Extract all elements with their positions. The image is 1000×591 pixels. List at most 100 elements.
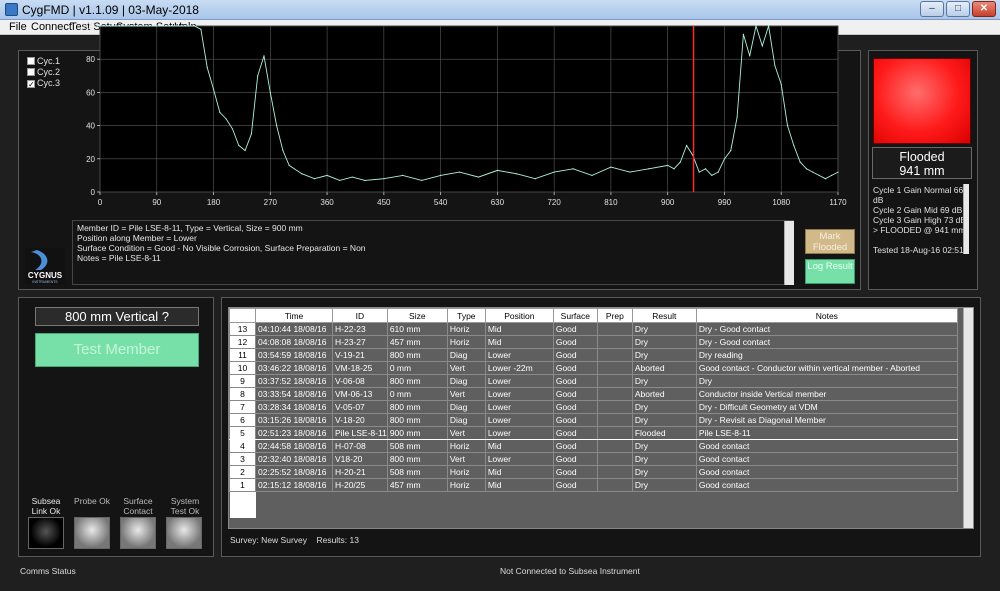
member-info-line: Surface Condition = Good - No Visible Co…: [77, 243, 366, 253]
close-button[interactable]: ✕: [972, 1, 996, 17]
cell-surface: Good: [552, 387, 598, 401]
cell-size: 457 mm: [386, 478, 448, 492]
table-row[interactable]: 6 03:15:26 18/08/16 V-18-20 800 mm Diag Lower…: [229, 413, 958, 427]
cell-prep: [596, 478, 633, 492]
table-row[interactable]: 2 02:25:52 18/08/16 H-20-21 508 mm Horiz Mid G…: [229, 465, 958, 479]
cell-size: 800 mm: [386, 374, 448, 388]
cell-time: 02:25:52 18/08/16: [255, 465, 333, 479]
gain-line: Cycle 3 Gain High 73 dB: [873, 215, 967, 225]
cell-prep: [596, 361, 633, 375]
info-scrollbar[interactable]: [784, 221, 794, 285]
col-header-result[interactable]: Result: [631, 308, 697, 323]
menu-connect[interactable]: Connect: [31, 21, 72, 33]
test-member-button[interactable]: Test Member: [35, 333, 199, 367]
cell-surface: Good: [552, 348, 598, 362]
col-header-time[interactable]: Time: [255, 308, 333, 323]
cell-size: 0 mm: [386, 387, 448, 401]
gain-scrollbar[interactable]: [963, 184, 969, 254]
table-row[interactable]: 9 03:37:52 18/08/16 V-06-08 800 mm Diag Lower…: [229, 374, 958, 388]
signal-point: [206, 66, 208, 69]
col-header-size[interactable]: Size: [386, 308, 448, 323]
cell-type: Vert: [446, 426, 486, 440]
cycle-3-checkbox[interactable]: ✓ Cyc.3: [27, 78, 60, 89]
col-header-type[interactable]: Type: [446, 308, 486, 323]
table-row[interactable]: 11 03:54:59 18/08/16 V-19-21 800 mm Diag Lowe…: [229, 348, 958, 362]
cell-notes: Pile LSE-8-11: [695, 426, 958, 440]
cell-position: Lower: [484, 348, 554, 362]
col-header-surface[interactable]: Surface: [552, 308, 598, 323]
cell-type: Diag: [446, 348, 486, 362]
cell-result: Dry: [631, 348, 697, 362]
signal-point: [679, 161, 681, 163]
cell-size: 800 mm: [386, 413, 448, 427]
menu-file[interactable]: File: [9, 21, 27, 33]
cell-id: V-06-08: [332, 374, 388, 388]
signal-point: [629, 171, 631, 173]
probe-led: [74, 517, 110, 549]
signal-point: [263, 55, 265, 57]
maximize-button[interactable]: □: [946, 1, 970, 17]
surface-contact-led: [120, 517, 156, 549]
cell-time: 03:46:22 18/08/16: [255, 361, 333, 375]
table-row[interactable]: 4 02:44:58 18/08/16 H-07-08 508 mm Horiz Mid G…: [229, 439, 958, 453]
signal-point: [799, 161, 801, 163]
signal-point: [231, 128, 234, 130]
y-tick-label: 60: [86, 88, 95, 97]
cell-notes: Dry reading: [695, 348, 958, 362]
table-row[interactable]: 8 03:33:54 18/08/16 VM-06-13 0 mm Vert Lower G…: [229, 387, 958, 401]
cell-id: H-23-27: [332, 335, 388, 349]
col-header-notes[interactable]: Notes: [695, 308, 958, 323]
signal-point: [153, 25, 155, 27]
cell-prep: [596, 348, 633, 362]
col-header-position[interactable]: Position: [484, 308, 554, 323]
cell-prep: [596, 452, 633, 466]
signal-point: [534, 178, 536, 180]
cell-id: V-18-20: [332, 413, 388, 427]
grid-scrollbar[interactable]: [963, 308, 973, 528]
col-header-id[interactable]: ID: [332, 308, 388, 323]
x-tick-label: 1170: [829, 198, 847, 207]
cell-position: Lower -22m: [484, 361, 554, 375]
signal-point: [219, 111, 221, 113]
cell-position: Mid: [484, 465, 554, 479]
mark-flooded-button[interactable]: Mark Flooded: [805, 229, 855, 254]
cell-notes: Dry: [695, 374, 958, 388]
cycle-1-checkbox[interactable]: Cyc.1: [27, 56, 60, 66]
table-row[interactable]: 5 02:51:23 18/08/16 Pile LSE-8-11 900 mm Ver…: [229, 426, 958, 440]
cell-time: 02:44:58 18/08/16: [255, 439, 333, 453]
signal-point: [402, 174, 404, 176]
signal-point: [515, 173, 517, 175]
cycle-2-checkbox[interactable]: Cyc.2: [27, 67, 60, 77]
results-table: Time ID Size Type Position Surface Prep …: [229, 308, 958, 518]
cell-type: Diag: [446, 374, 486, 388]
log-result-button[interactable]: Log Result: [805, 259, 855, 284]
signal-point: [749, 55, 751, 57]
logo-text: CYGNUS: [28, 271, 63, 280]
cell-notes: Dry - Difficult Geometry at VDM: [695, 400, 958, 414]
table-row[interactable]: 3 02:32:40 18/08/16 V18-20 800 mm Vert Lower G…: [229, 452, 958, 466]
signal-point: [711, 174, 713, 176]
cell-size: 800 mm: [386, 400, 448, 414]
table-row[interactable]: 7 03:28:34 18/08/16 V-05-07 800 mm Diag Lower…: [229, 400, 958, 414]
gain-line: Cycle 1 Gain Normal 66 dB: [873, 185, 964, 205]
row-number: 1: [229, 478, 256, 492]
cell-type: Diag: [446, 400, 486, 414]
cell-notes: Good contact - Conductor within vertical…: [695, 361, 958, 375]
col-header-prep[interactable]: Prep: [596, 308, 633, 323]
y-tick-label: 40: [86, 122, 95, 131]
cell-notes: Conductor inside Vertical member: [695, 387, 958, 401]
minimize-button[interactable]: –: [920, 1, 944, 17]
cell-result: Aborted: [631, 387, 697, 401]
table-row[interactable]: 10 03:46:22 18/08/16 VM-18-25 0 mm Vert Lower…: [229, 361, 958, 375]
row-number: 4: [229, 439, 256, 453]
cell-time: 04:08:08 18/08/16: [255, 335, 333, 349]
cell-result: Dry: [631, 322, 697, 336]
table-row[interactable]: 1 02:15:12 18/08/16 H-20/25 457 mm Horiz Mid G…: [229, 478, 958, 492]
x-tick-label: 270: [264, 198, 278, 207]
table-row[interactable]: 13 04:10:44 18/08/16 H-22-23 610 mm Horiz Mid…: [229, 322, 958, 336]
cell-position: Lower: [484, 452, 554, 466]
signal-point: [187, 25, 189, 27]
table-row[interactable]: 12 04:08:08 18/08/16 H-23-27 457 mm Horiz Mid…: [229, 335, 958, 349]
y-tick-label: 100: [82, 22, 96, 31]
logo-subtext: INSTRUMENTS: [32, 280, 58, 284]
